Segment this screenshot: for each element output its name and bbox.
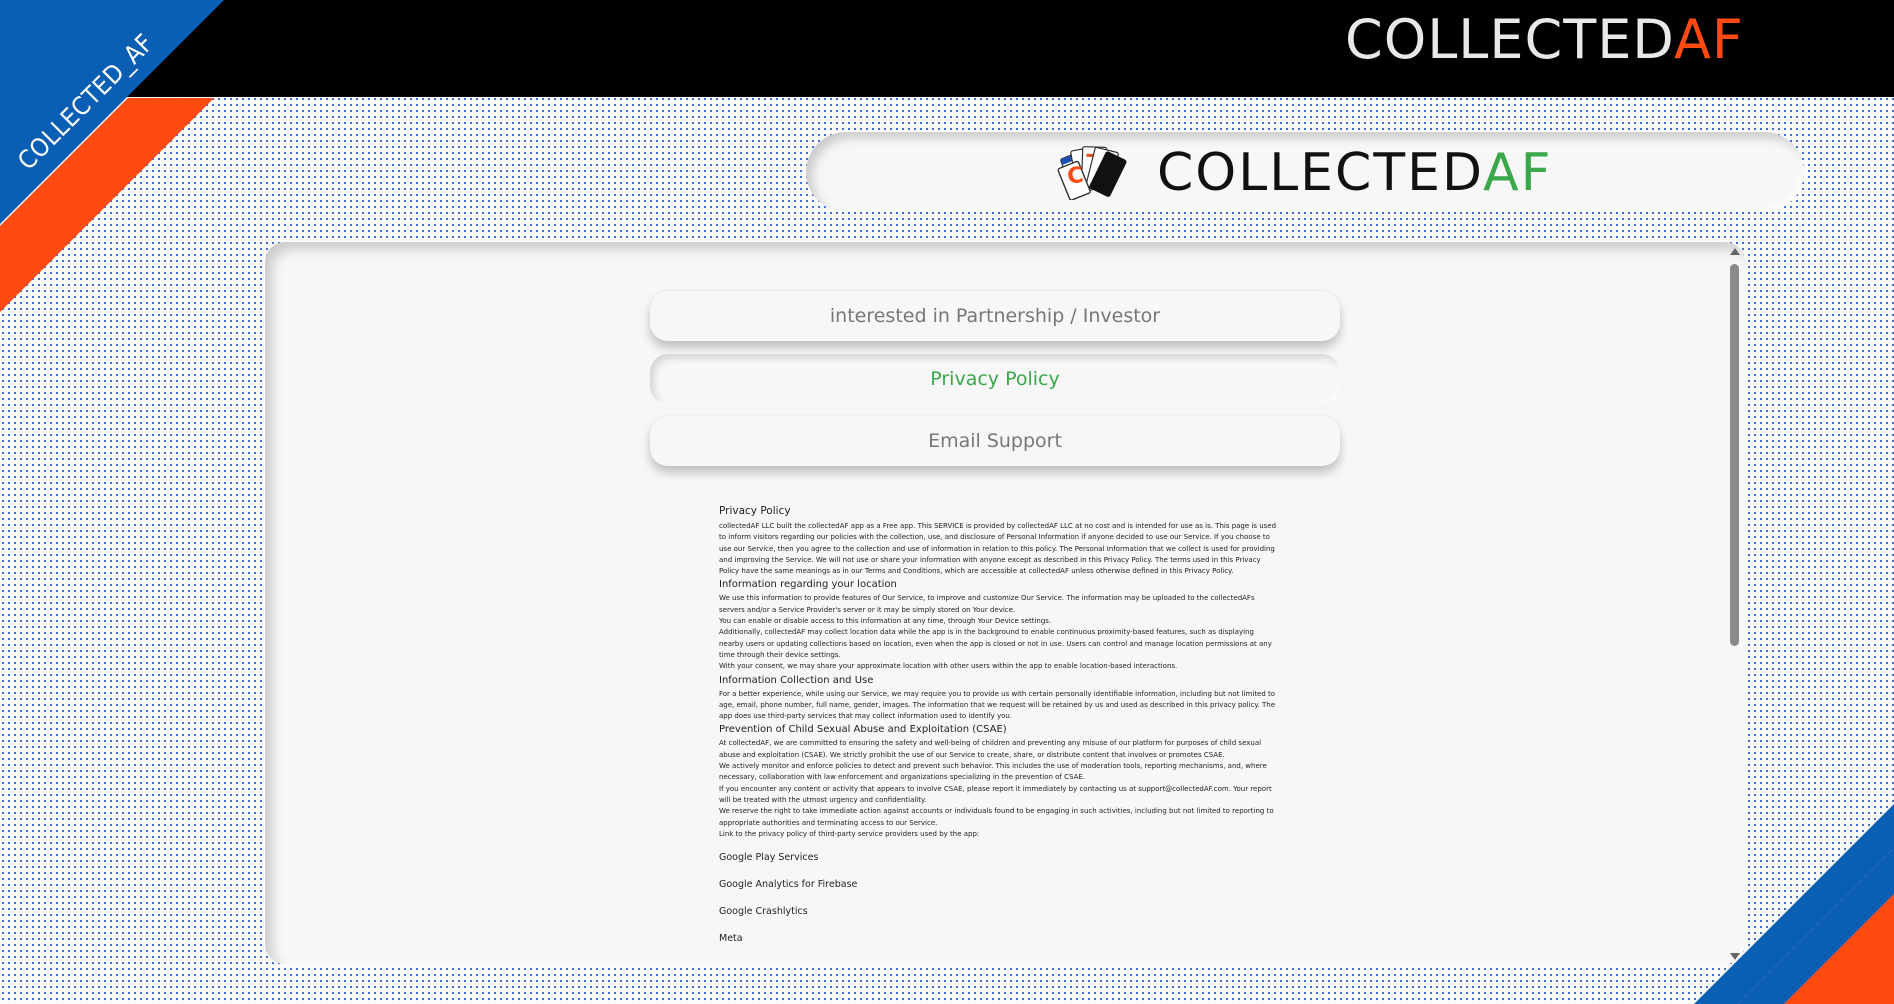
logo-wordmark-part2: AF xyxy=(1483,143,1553,203)
card-letter: C xyxy=(1066,163,1085,190)
collection-heading: Information Collection and Use xyxy=(719,674,874,686)
header-brand-part1: COLLECTED xyxy=(1345,8,1674,71)
csae-paragraph-3: If you encounter any content or activity… xyxy=(719,784,1272,804)
scroll-thumb[interactable] xyxy=(1730,264,1739,646)
third-party-intro: Link to the privacy policy of third-part… xyxy=(719,829,980,838)
privacy-policy-button[interactable]: Privacy Policy xyxy=(650,354,1340,404)
provider-link[interactable]: Google Crashlytics xyxy=(719,891,1279,918)
location-paragraph-2: You can enable or disable access to this… xyxy=(719,617,1052,626)
header-brand-wordmark[interactable]: COLLECTEDAF xyxy=(1345,8,1744,72)
email-support-button[interactable]: Email Support xyxy=(650,416,1340,466)
logo-wordmark-part1: COLLECTED xyxy=(1157,143,1484,203)
partnership-button[interactable]: interested in Partnership / Investor xyxy=(650,291,1340,341)
provider-link[interactable]: Google Play Services xyxy=(719,840,1279,864)
location-paragraph-4: With your consent, we may share your app… xyxy=(719,662,1178,671)
cards-logo-icon: C xyxy=(1057,146,1127,200)
provider-link[interactable]: Google Analytics for Firebase xyxy=(719,864,1279,891)
collection-paragraph-1: For a better experience, while using our… xyxy=(719,689,1276,721)
csae-paragraph-2: We actively monitor and enforce policies… xyxy=(719,762,1267,782)
location-paragraph-1: We use this information to provide featu… xyxy=(719,594,1255,614)
content-panel[interactable]: interested in Partnership / Investor Pri… xyxy=(265,242,1745,964)
csae-heading: Prevention of Child Sexual Abuse and Exp… xyxy=(719,724,1007,736)
policy-title: Privacy Policy xyxy=(719,505,791,517)
location-heading: Information regarding your location xyxy=(719,579,897,591)
content-scrollbar[interactable] xyxy=(1728,246,1742,962)
top-header: COLLECTEDAF xyxy=(0,0,1894,97)
location-paragraph-3: Additionally, collectedAF may collect lo… xyxy=(719,628,1272,659)
scroll-down-arrow-icon[interactable] xyxy=(1730,953,1740,960)
privacy-policy-text: Privacy Policy collectedAF LLC built the… xyxy=(719,505,1279,945)
csae-paragraph-4: We reserve the right to take immediate a… xyxy=(719,807,1274,827)
scroll-up-arrow-icon[interactable] xyxy=(1730,248,1740,255)
policy-intro: collectedAF LLC built the collectedAF ap… xyxy=(719,522,1277,576)
header-brand-part2: AF xyxy=(1673,8,1744,71)
provider-link[interactable]: Meta xyxy=(719,918,1279,945)
logo-wordmark: COLLECTEDAF xyxy=(1157,142,1553,204)
csae-paragraph-1: At collectedAF, we are committed to ensu… xyxy=(719,739,1262,759)
